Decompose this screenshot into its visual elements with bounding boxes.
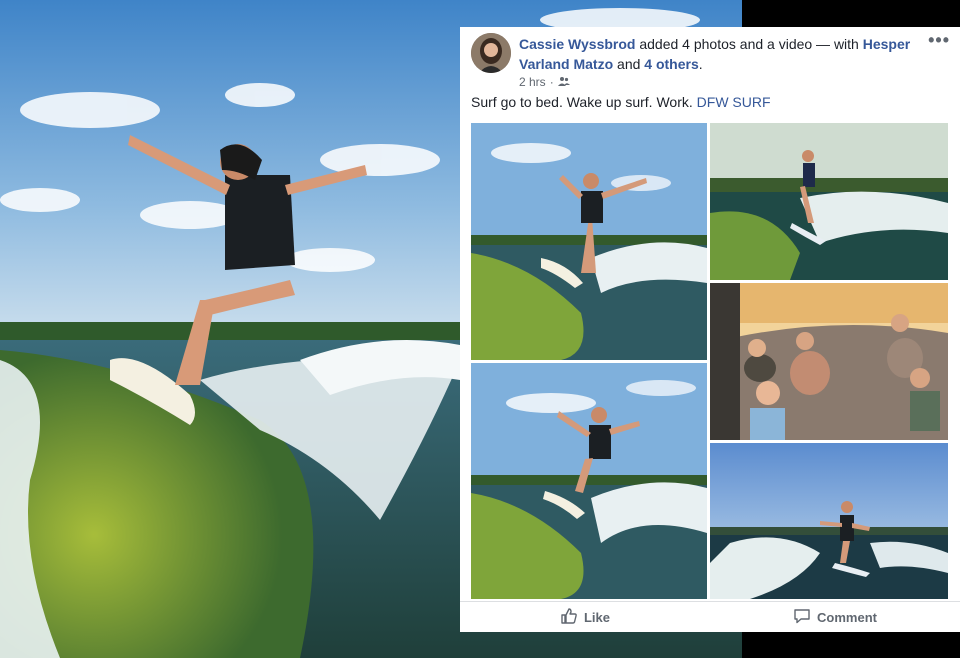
photo-tile-4[interactable] (471, 363, 707, 599)
action-text: added 4 photos and a video — with (635, 36, 863, 52)
comment-button[interactable]: Comment (710, 602, 960, 633)
photo-tile-5[interactable] (710, 443, 948, 599)
photo-tile-2[interactable] (710, 123, 948, 280)
period: . (698, 56, 703, 72)
others-link[interactable]: 4 others (644, 56, 698, 72)
timestamp[interactable]: 2 hrs (519, 75, 546, 89)
thumbs-up-icon (560, 607, 578, 628)
like-button[interactable]: Like (460, 602, 710, 633)
post-actions: Like Comment (460, 601, 960, 633)
post-headline: Cassie Wyssbrod added 4 photos and a vid… (519, 34, 929, 74)
photo-tile-1[interactable] (471, 123, 707, 360)
photo-grid (471, 123, 948, 599)
more-options-button[interactable]: ••• (928, 31, 950, 49)
comment-label: Comment (817, 610, 877, 625)
post-header: Cassie Wyssbrod added 4 photos and a vid… (471, 31, 950, 89)
post-text: Surf go to bed. Wake up surf. Work. DFW … (471, 94, 771, 110)
facebook-post: Cassie Wyssbrod added 4 photos and a vid… (460, 27, 960, 632)
and-text: and (613, 56, 645, 72)
hashtag-link[interactable]: DFW SURF (697, 94, 771, 110)
post-meta: 2 hrs · (519, 75, 570, 89)
author-avatar[interactable] (471, 33, 511, 73)
friends-icon[interactable] (557, 75, 570, 89)
author-name[interactable]: Cassie Wyssbrod (519, 36, 635, 52)
comment-icon (793, 607, 811, 628)
photo-tile-3[interactable] (710, 283, 948, 440)
meta-separator: · (549, 75, 554, 89)
background-black-strip (742, 0, 960, 27)
like-label: Like (583, 610, 610, 625)
post-message: Surf go to bed. Wake up surf. Work. (471, 94, 697, 110)
